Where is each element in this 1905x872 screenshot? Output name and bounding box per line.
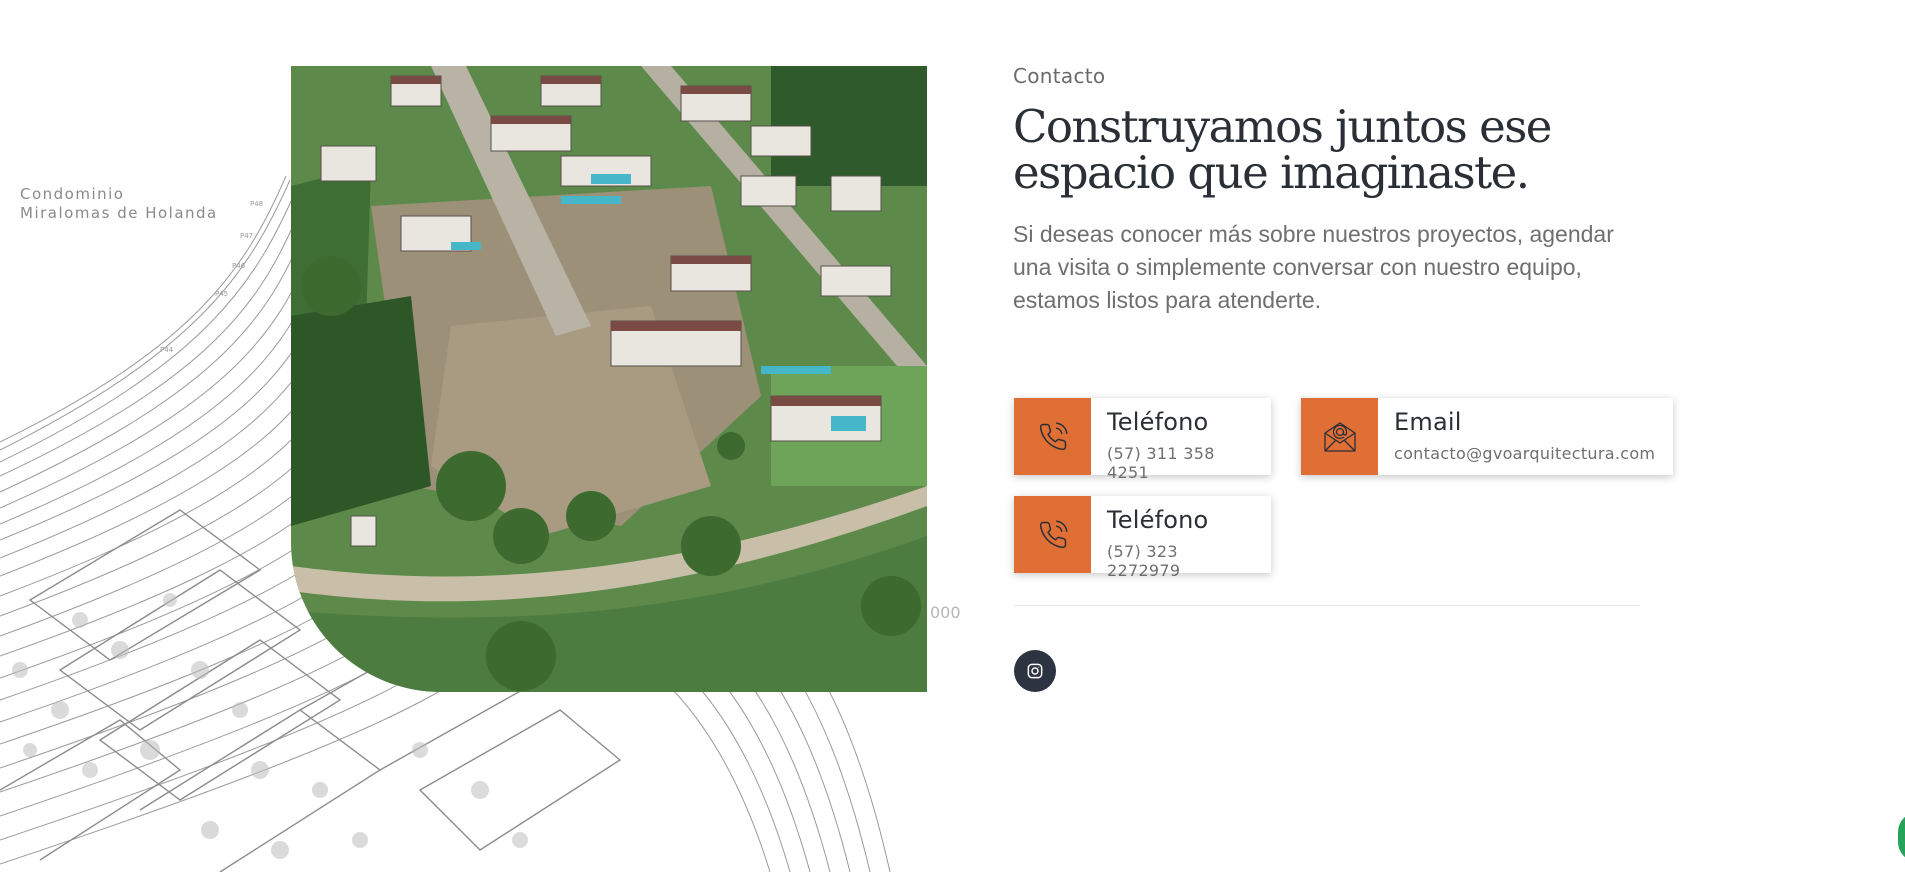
svg-text:P46: P46 (232, 262, 246, 270)
phone-icon (1014, 496, 1091, 573)
svg-text:P45: P45 (215, 290, 228, 298)
plan-label: Condominio Miralomas de Holanda (20, 185, 218, 223)
phone-icon (1014, 398, 1091, 475)
phone-card-1-value: (57) 311 358 4251 (1107, 444, 1215, 482)
plan-label-line1: Condominio (20, 185, 125, 203)
phone-card-2[interactable]: Teléfono (57) 323 2272979 (1014, 496, 1271, 580)
phone-card-1[interactable]: Teléfono (57) 311 358 4251 (1014, 398, 1271, 482)
instagram-button[interactable] (1014, 650, 1056, 692)
section-divider (1014, 605, 1639, 606)
phone-card-1-title: Teléfono (1107, 408, 1209, 436)
svg-text:P48: P48 (250, 200, 263, 208)
email-card[interactable]: Email contacto@gvoarquitectura.com (1301, 398, 1673, 475)
email-card-title: Email (1394, 408, 1462, 436)
chat-widget-button[interactable] (1898, 812, 1905, 862)
plan-scale-label: 000 (930, 603, 961, 622)
phone-card-2-title: Teléfono (1107, 506, 1209, 534)
envelope-icon (1301, 398, 1378, 475)
plan-label-line2: Miralomas de Holanda (20, 204, 218, 222)
svg-text:P47: P47 (240, 232, 253, 240)
section-title: Construyamos juntos ese espacio que imag… (1013, 100, 1552, 199)
section-eyebrow: Contacto (1013, 64, 1106, 88)
section-description: Si deseas conocer más sobre nuestros pro… (1013, 221, 1614, 313)
email-card-value: contacto@gvoarquitectura.com (1394, 444, 1656, 463)
svg-text:P44: P44 (160, 346, 174, 354)
instagram-icon (1027, 663, 1043, 679)
phone-card-2-value: (57) 323 2272979 (1107, 542, 1181, 580)
project-aerial-photo (291, 66, 927, 692)
